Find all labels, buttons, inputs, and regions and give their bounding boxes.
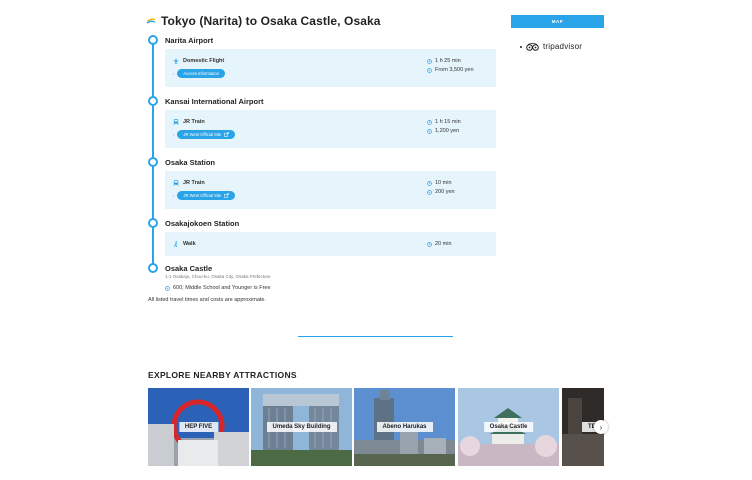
segment-duration: 1 h 15 min <box>435 119 461 125</box>
timeline-line <box>152 40 154 268</box>
stop-marker <box>148 263 158 273</box>
stop-marker <box>148 35 158 45</box>
explore-heading: EXPLORE NEARBY ATTRACTIONS <box>148 370 297 380</box>
route-icon <box>146 18 156 24</box>
bullet-icon <box>520 45 522 48</box>
segment-mode: JR Train <box>173 180 205 186</box>
chevron-right-icon: › <box>173 193 175 198</box>
svg-text:¥: ¥ <box>429 69 431 73</box>
page-title: Tokyo (Narita) to Osaka Castle, Osaka <box>161 14 381 28</box>
segment-tag-row: › Access Information <box>173 69 225 78</box>
segment-duration: 1 h 25 min <box>435 58 461 64</box>
tripadvisor-label: tripadvisor <box>543 42 583 51</box>
carousel-next-button[interactable]: › <box>594 420 608 434</box>
svg-text:¥: ¥ <box>167 286 169 290</box>
chevron-right-icon: › <box>173 132 175 137</box>
chevron-right-icon: › <box>599 422 603 432</box>
segment-duration: 10 min <box>435 180 452 186</box>
tripadvisor-logo[interactable]: tripadvisor <box>520 42 582 51</box>
coin-icon: ¥ <box>427 129 432 134</box>
segment-train: JR Train › JR West Official Site 1 h 15 … <box>165 110 496 148</box>
external-link-icon <box>224 132 230 137</box>
destination-address: 1-1 Osakajo, Chuo-ku, Osaka City, Osaka … <box>165 274 271 279</box>
segment-mode-label: Walk <box>183 241 196 247</box>
card-label: Osaka Castle <box>483 422 534 432</box>
stop-name: Kansai International Airport <box>165 97 264 106</box>
clock-icon <box>427 242 432 247</box>
attraction-card-umeda-sky-building[interactable]: Umeda Sky Building <box>251 388 352 466</box>
coin-icon: ¥ <box>427 190 432 195</box>
segment-train: JR Train › JR West Official Site 10 min … <box>165 171 496 209</box>
walk-icon <box>174 241 178 247</box>
attraction-card-osaka-castle[interactable]: Osaka Castle <box>458 388 559 466</box>
tag-label: JR West Official Site <box>183 193 222 198</box>
destination-fee-text: 600; Middle School and Younger is Free <box>173 285 271 291</box>
segment-walk: Walk 20 min <box>165 232 496 256</box>
segment-info: 10 min ¥200 yen <box>427 179 455 197</box>
segment-mode: Domestic Flight <box>173 58 224 64</box>
destination-fee: ¥ 600; Middle School and Younger is Free <box>165 285 271 291</box>
train-icon <box>173 119 179 125</box>
card-label: HEP FIVE <box>178 422 219 432</box>
coin-icon: ¥ <box>165 285 170 291</box>
segment-tag-row: › JR West Official Site <box>173 191 236 200</box>
segment-cost: 1,200 yen <box>435 128 460 134</box>
plane-icon <box>173 58 179 64</box>
segment-mode-label: JR Train <box>183 119 205 125</box>
segment-cost: From 3,500 yen <box>435 67 474 73</box>
segment-tag-row: › JR West Official Site <box>173 130 236 139</box>
segment-mode: Walk <box>173 241 196 247</box>
stop-marker <box>148 96 158 106</box>
attraction-card-abeno-harukas[interactable]: Abeno Harukas <box>354 388 455 466</box>
stop-marker <box>148 218 158 228</box>
jr-west-official-site-link[interactable]: JR West Official Site <box>177 191 236 200</box>
segment-info: 1 h 25 min ¥ From 3,500 yen <box>427 57 474 75</box>
segment-info: 20 min <box>427 240 452 249</box>
chevron-right-icon: › <box>173 71 175 76</box>
segment-cost: 200 yen <box>435 189 455 195</box>
jr-west-official-site-link[interactable]: JR West Official Site <box>177 130 236 139</box>
route-title-row: Tokyo (Narita) to Osaka Castle, Osaka <box>146 14 381 28</box>
coin-icon: ¥ <box>427 68 432 73</box>
clock-icon <box>427 181 432 186</box>
clock-icon <box>427 59 432 64</box>
section-divider <box>298 336 453 337</box>
tag-label: Access Information <box>183 71 219 76</box>
segment-mode: JR Train <box>173 119 205 125</box>
stop-name: Narita Airport <box>165 36 214 45</box>
stop-name: Osakajokoen Station <box>165 219 240 228</box>
access-information-link[interactable]: Access Information <box>177 69 225 78</box>
clock-icon <box>427 120 432 125</box>
segment-flight: Domestic Flight › Access Information 1 h… <box>165 49 496 87</box>
svg-text:¥: ¥ <box>429 191 431 195</box>
tag-label: JR West Official Site <box>183 132 222 137</box>
destination-name: Osaka Castle <box>165 264 213 273</box>
segment-duration: 20 min <box>435 241 452 247</box>
map-button[interactable]: MAP <box>511 15 604 28</box>
card-label: Umeda Sky Building <box>266 422 337 432</box>
segment-mode-label: JR Train <box>183 180 205 186</box>
card-label: Abeno Harukas <box>376 422 433 432</box>
stop-name: Osaka Station <box>165 158 216 167</box>
approximate-note: All listed travel times and costs are ap… <box>148 297 266 303</box>
stop-marker <box>148 157 158 167</box>
train-icon <box>173 180 179 186</box>
external-link-icon <box>224 193 230 198</box>
segment-info: 1 h 15 min ¥1,200 yen <box>427 118 461 136</box>
svg-text:¥: ¥ <box>429 130 431 134</box>
attraction-card-hep-five[interactable]: HEP FIVE <box>148 388 249 466</box>
segment-mode-label: Domestic Flight <box>183 58 225 64</box>
tripadvisor-owl-icon <box>526 42 539 51</box>
